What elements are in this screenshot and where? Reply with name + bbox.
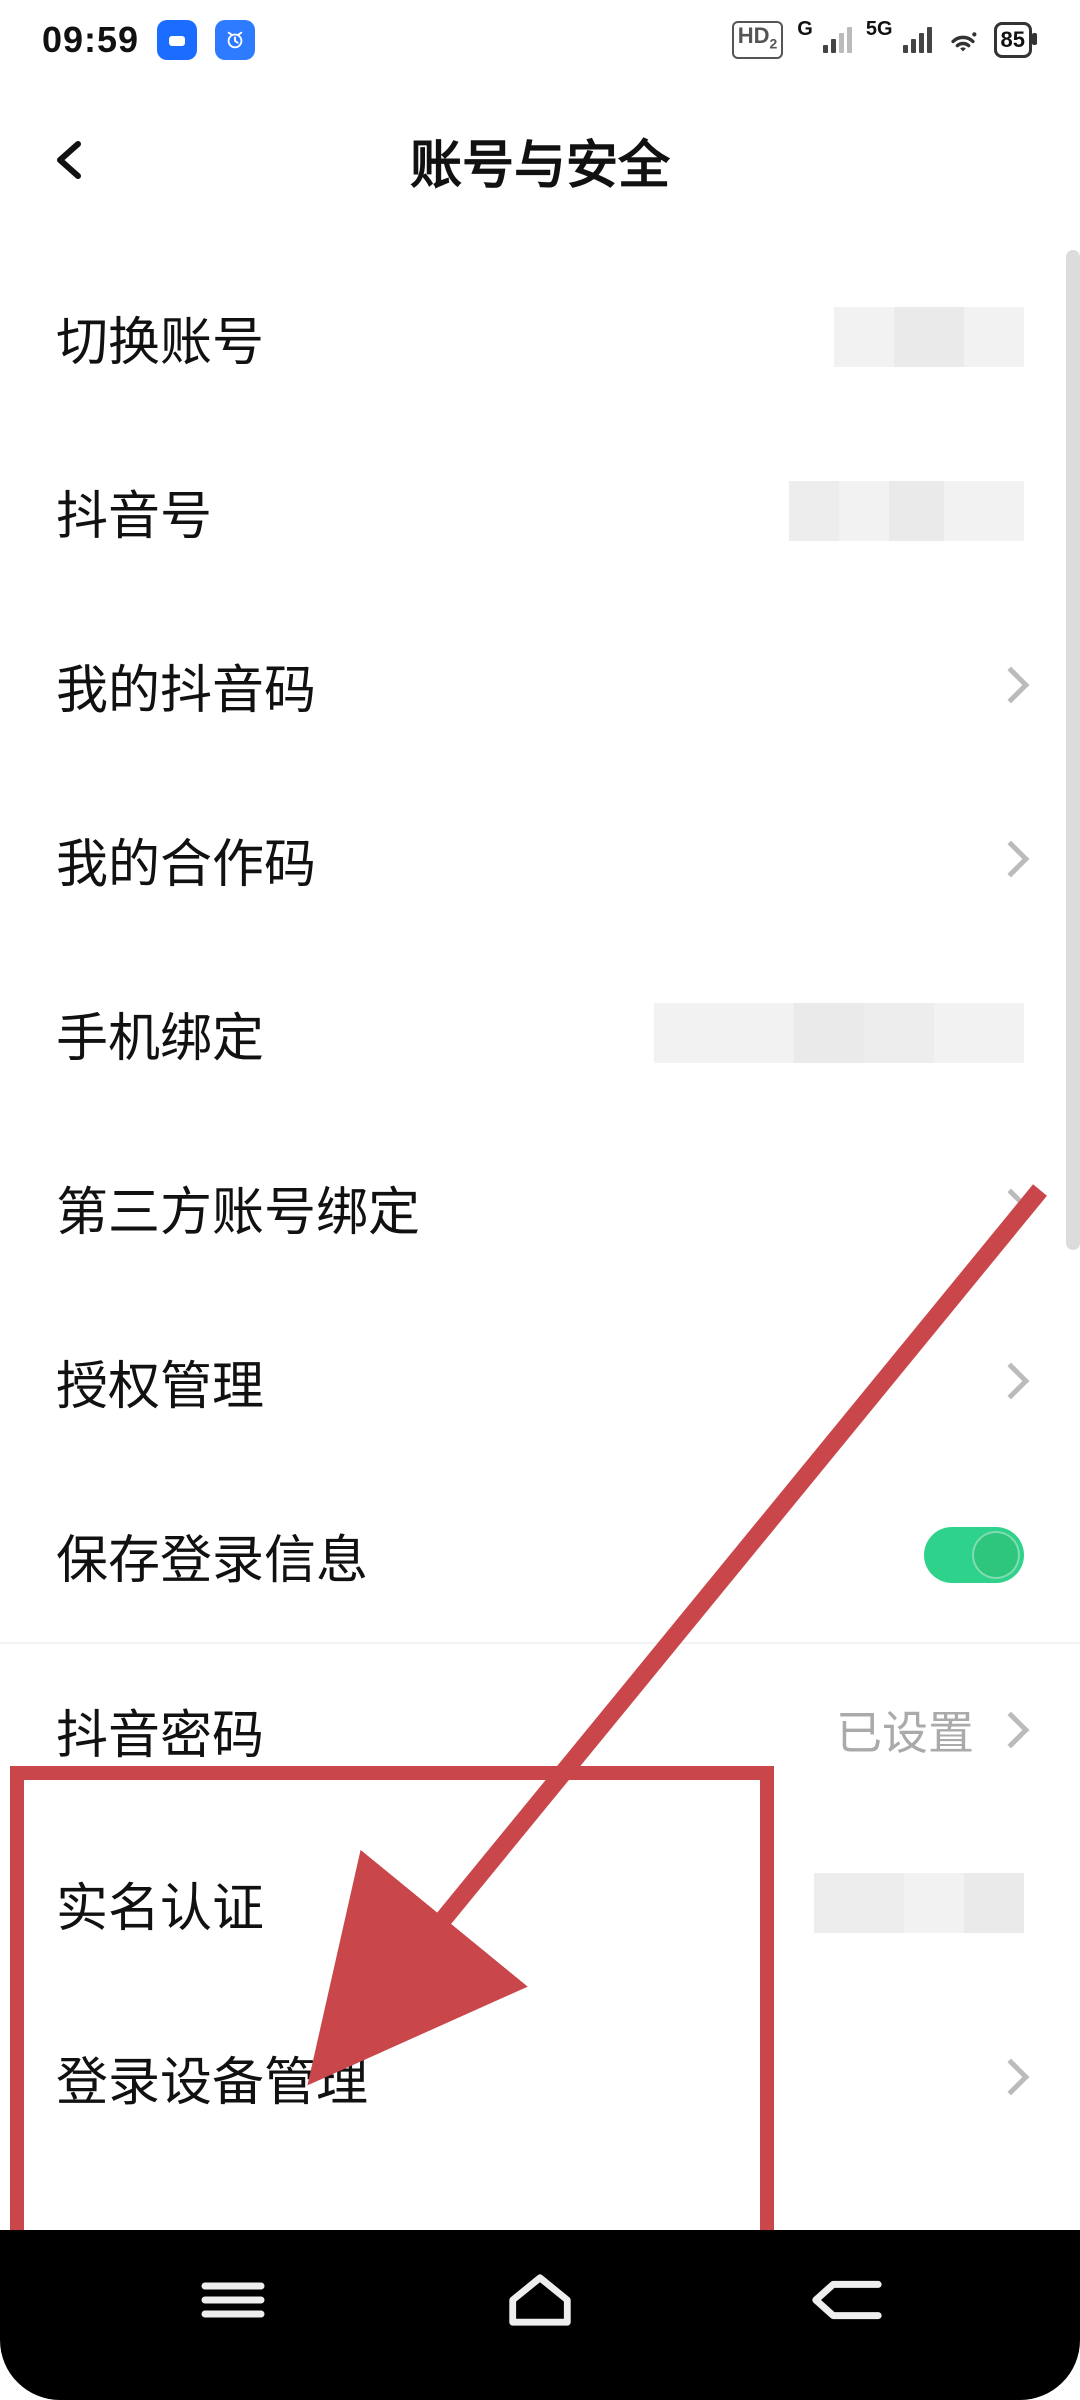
row-tail [998,1194,1024,1220]
row-tail [814,1873,1024,1933]
row-login-device-mgmt[interactable]: 登录设备管理 [0,1990,1080,2164]
row-label: 我的合作码 [56,822,316,897]
row-phone-bind[interactable]: 手机绑定 [0,946,1080,1120]
row-switch-account[interactable]: 切换账号 [0,250,1080,424]
row-tail [789,481,1024,541]
row-label: 抖音密码 [56,1693,264,1768]
row-label: 实名认证 [56,1866,264,1941]
screen: { "statusbar": { "time": "09:59", "hd_la… [0,0,1080,2400]
nav-back-button[interactable] [787,2265,907,2335]
back-button[interactable] [40,130,100,190]
net-5g-label: 5G [866,18,893,41]
row-tail [654,1003,1024,1063]
row-tail [998,672,1024,698]
row-label: 第三方账号绑定 [56,1170,420,1245]
status-alarm-icon [215,20,255,60]
home-icon [503,2271,577,2329]
row-realname-auth[interactable]: 实名认证 [0,1816,1080,1990]
chevron-right-icon [993,841,1030,878]
row-tail: 已设置 [836,1697,1024,1763]
net-g-label: G [797,18,813,41]
row-coop-code[interactable]: 我的合作码 [0,772,1080,946]
row-save-login-info[interactable]: 保存登录信息 [0,1468,1080,1642]
row-label: 保存登录信息 [56,1518,368,1593]
settings-list[interactable]: 切换账号 抖音号 我的抖音码 我的合作码 手机绑定 第三方账号绑 [0,250,1080,2220]
redacted-value [834,307,1024,367]
battery-icon: 85 [994,22,1032,58]
wifi-icon [946,27,980,53]
system-nav-bar [0,2230,1080,2400]
signal-2-icon [903,27,932,53]
chevron-right-icon [993,1363,1030,1400]
chevron-left-icon [46,136,94,184]
page-header: 账号与安全 [0,90,1080,230]
chevron-right-icon [993,1712,1030,1749]
row-auth-management[interactable]: 授权管理 [0,1294,1080,1468]
row-label: 我的抖音码 [56,648,316,723]
redacted-value [654,1003,1024,1063]
chevron-right-icon [993,2059,1030,2096]
row-tail [834,307,1024,367]
row-label: 手机绑定 [56,996,264,1071]
back-icon [808,2274,886,2326]
row-label: 登录设备管理 [56,2040,368,2115]
status-left: 09:59 [42,19,255,61]
row-tail [998,2064,1024,2090]
status-time: 09:59 [42,19,139,61]
chevron-right-icon [993,667,1030,704]
status-right: HD2 G 5G 85 [732,21,1032,58]
row-label: 抖音号 [56,474,212,549]
toggle-save-login[interactable] [924,1527,1024,1583]
row-tail [998,1368,1024,1394]
recent-icon [198,2275,268,2325]
row-my-douyin-code[interactable]: 我的抖音码 [0,598,1080,772]
row-third-party-bind[interactable]: 第三方账号绑定 [0,1120,1080,1294]
signal-1-icon [823,27,852,53]
page-title: 账号与安全 [410,123,670,198]
hd-icon: HD2 [732,21,784,58]
row-tail [924,1527,1024,1583]
row-douyin-password[interactable]: 抖音密码 已设置 [0,1642,1080,1816]
toggle-knob [972,1531,1020,1579]
redacted-value [814,1873,1024,1933]
row-value: 已设置 [836,1697,974,1763]
nav-recent-button[interactable] [173,2265,293,2335]
status-app-icon [157,20,197,60]
redacted-value [789,481,1024,541]
nav-home-button[interactable] [480,2265,600,2335]
chevron-right-icon [993,1189,1030,1226]
row-label: 切换账号 [56,300,264,375]
row-label: 授权管理 [56,1344,264,1419]
status-bar: 09:59 HD2 G 5G 85 [0,0,1080,80]
row-tail [998,846,1024,872]
row-douyin-id[interactable]: 抖音号 [0,424,1080,598]
